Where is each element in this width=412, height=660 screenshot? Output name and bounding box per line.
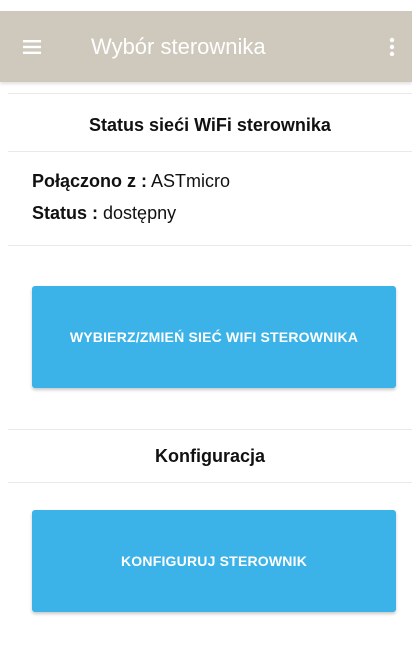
config-header: Konfiguracja	[154, 446, 265, 466]
divider	[8, 151, 412, 152]
app-bar: Wybór sterownika	[0, 11, 412, 82]
overflow-menu-button[interactable]	[374, 25, 410, 69]
connected-row: Połączono z : ASTmicro	[32, 171, 230, 192]
divider	[8, 93, 412, 94]
page-title: Wybór sterownika	[91, 34, 266, 59]
status-row: Status : dostępny	[32, 203, 176, 224]
screen: Wybór sterownika Status sieći WiFi stero…	[0, 0, 412, 660]
status-value: dostępny	[103, 203, 177, 223]
divider	[8, 245, 412, 246]
wifi-status-header: Status sieći WiFi sterownika	[89, 115, 331, 135]
configure-controller-button[interactable]: KONFIGURUJ STEROWNIK	[32, 510, 396, 612]
connected-value: ASTmicro	[151, 171, 231, 191]
more-vert-icon	[389, 37, 395, 57]
divider	[8, 429, 412, 430]
status-label: Status :	[32, 203, 99, 223]
connected-label: Połączono z :	[32, 171, 148, 191]
hamburger-menu-icon	[23, 40, 41, 54]
status-bar-strip	[0, 0, 412, 11]
divider	[8, 482, 412, 483]
menu-button[interactable]	[10, 25, 54, 69]
change-wifi-button[interactable]: WYBIERZ/ZMIEŃ SIEĆ WIFI STEROWNIKA	[32, 286, 396, 388]
